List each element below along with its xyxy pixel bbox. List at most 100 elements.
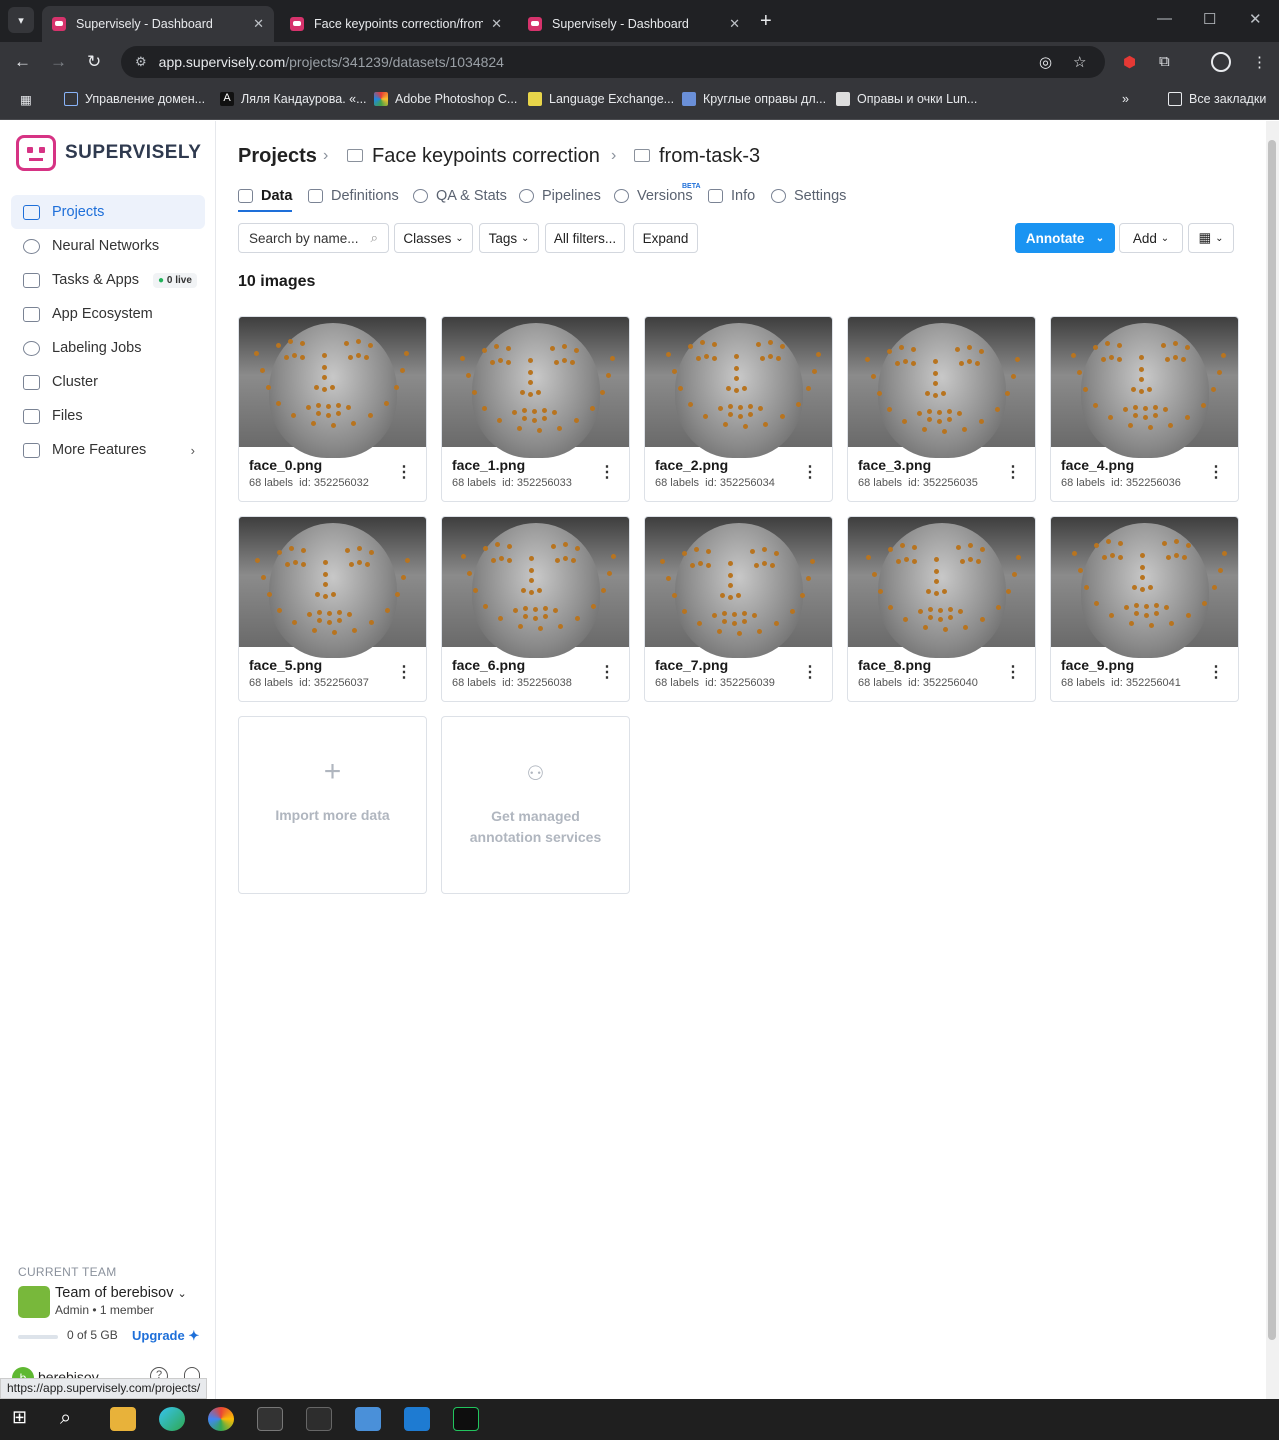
image-name[interactable]: face_9.png — [1061, 657, 1134, 673]
search-input[interactable]: Search by name... ⌕ — [238, 223, 389, 253]
close-icon[interactable]: ✕ — [253, 16, 264, 32]
new-tab-button[interactable]: + — [760, 10, 772, 33]
annotate-button[interactable]: Annotate ⌄ — [1015, 223, 1115, 253]
image-thumbnail[interactable] — [848, 517, 1035, 658]
more-options-icon[interactable]: ⋮ — [396, 662, 412, 682]
pycharm-icon[interactable] — [453, 1407, 479, 1431]
more-options-icon[interactable]: ⋮ — [396, 462, 412, 482]
image-name[interactable]: face_3.png — [858, 457, 931, 473]
image-thumbnail[interactable] — [848, 317, 1035, 458]
image-name[interactable]: face_5.png — [249, 657, 322, 673]
calculator-icon[interactable] — [355, 1407, 381, 1431]
maximize-icon[interactable]: ☐ — [1203, 10, 1216, 28]
tab-settings[interactable]: Settings — [771, 188, 846, 204]
powershell-icon[interactable] — [306, 1407, 332, 1431]
more-options-icon[interactable]: ⋮ — [1208, 462, 1224, 482]
bookmark-2[interactable]: A Ляля Кандаурова. «... — [220, 92, 367, 106]
tab-data[interactable]: Data — [238, 188, 292, 204]
image-name[interactable]: face_2.png — [655, 457, 728, 473]
apps-grid-icon[interactable]: ▦ — [20, 92, 32, 107]
bookmark-5[interactable]: Круглые оправы дл... — [682, 92, 826, 106]
breadcrumb-project[interactable]: Face keypoints correction — [372, 145, 600, 168]
chrome-icon[interactable] — [208, 1407, 234, 1431]
extensions-icon[interactable]: ⧉ — [1159, 53, 1170, 70]
back-icon[interactable]: ← — [14, 52, 31, 72]
forward-icon[interactable]: → — [50, 52, 67, 72]
terminal-icon[interactable] — [257, 1407, 283, 1431]
sidebar-item-cluster[interactable]: Cluster — [11, 365, 205, 399]
bookmark-6[interactable]: Оправы и очки Lun... — [836, 92, 977, 106]
image-name[interactable]: face_7.png — [655, 657, 728, 673]
site-info-icon[interactable]: ⚙ — [135, 54, 147, 70]
bookmark-3[interactable]: Adobe Photoshop C... — [374, 92, 517, 106]
image-name[interactable]: face_4.png — [1061, 457, 1134, 473]
classes-filter-button[interactable]: Classes ⌄ — [394, 223, 473, 253]
bookmark-1[interactable]: Управление домен... — [64, 92, 205, 106]
tab-definitions[interactable]: Definitions — [308, 188, 399, 204]
more-options-icon[interactable]: ⋮ — [802, 662, 818, 682]
sidebar-item-labeling-jobs[interactable]: Labeling Jobs — [11, 331, 205, 365]
tab-qa-stats[interactable]: QA & Stats — [413, 188, 507, 204]
image-card[interactable]: face_9.png 68 labels id: 352256041 ⋮ — [1050, 516, 1239, 702]
more-bookmarks-icon[interactable]: » — [1122, 92, 1129, 106]
minimize-icon[interactable]: — — [1157, 10, 1172, 27]
image-thumbnail[interactable] — [645, 317, 832, 458]
image-name[interactable]: face_0.png — [249, 457, 322, 473]
sidebar-item-more-features[interactable]: More Features › — [11, 433, 205, 467]
tags-filter-button[interactable]: Tags ⌄ — [479, 223, 539, 253]
address-bar[interactable]: ⚙ app.supervisely.com/projects/341239/da… — [121, 46, 1105, 78]
close-icon[interactable]: ✕ — [491, 16, 502, 32]
more-options-icon[interactable]: ⋮ — [1005, 662, 1021, 682]
menu-icon[interactable]: ⋮ — [1252, 53, 1267, 71]
more-options-icon[interactable]: ⋮ — [1208, 662, 1224, 682]
tab-info[interactable]: Info — [708, 188, 755, 204]
image-name[interactable]: face_6.png — [452, 657, 525, 673]
image-thumbnail[interactable] — [1051, 317, 1238, 458]
vscode-icon[interactable] — [404, 1407, 430, 1431]
tab-search-dropdown[interactable]: ▾ — [8, 7, 34, 33]
image-thumbnail[interactable] — [442, 317, 629, 458]
image-card[interactable]: face_3.png 68 labels id: 352256035 ⋮ — [847, 316, 1036, 502]
edge-icon[interactable] — [159, 1407, 185, 1431]
more-options-icon[interactable]: ⋮ — [599, 662, 615, 682]
image-card[interactable]: face_7.png 68 labels id: 352256039 ⋮ — [644, 516, 833, 702]
close-icon[interactable]: ✕ — [729, 16, 740, 32]
reload-icon[interactable]: ↻ — [87, 52, 101, 72]
image-name[interactable]: face_8.png — [858, 657, 931, 673]
sidebar-item-projects[interactable]: Projects — [11, 195, 205, 229]
tab-pipelines[interactable]: Pipelines — [519, 188, 601, 204]
profile-icon[interactable] — [1211, 52, 1231, 72]
sidebar-item-neural-networks[interactable]: Neural Networks — [11, 229, 205, 263]
windows-start-icon[interactable]: ⊞ — [12, 1407, 38, 1431]
file-explorer-icon[interactable] — [110, 1407, 136, 1431]
more-options-icon[interactable]: ⋮ — [1005, 462, 1021, 482]
all-filters-button[interactable]: All filters... — [545, 223, 625, 253]
more-options-icon[interactable]: ⋮ — [802, 462, 818, 482]
view-mode-button[interactable]: ▦ ⌄ — [1188, 223, 1234, 253]
upgrade-link[interactable]: Upgrade ✦ — [132, 1328, 199, 1344]
image-card[interactable]: face_1.png 68 labels id: 352256033 ⋮ — [441, 316, 630, 502]
image-card[interactable]: face_5.png 68 labels id: 352256037 ⋮ — [238, 516, 427, 702]
image-name[interactable]: face_1.png — [452, 457, 525, 473]
image-card[interactable]: face_2.png 68 labels id: 352256034 ⋮ — [644, 316, 833, 502]
all-bookmarks[interactable]: Все закладки — [1168, 92, 1266, 106]
tab-versions[interactable]: Versions — [614, 188, 693, 204]
browser-tab-2[interactable]: Face keypoints correction/from ✕ — [280, 6, 512, 42]
image-thumbnail[interactable] — [645, 517, 832, 658]
image-card[interactable]: face_8.png 68 labels id: 352256040 ⋮ — [847, 516, 1036, 702]
image-thumbnail[interactable] — [239, 317, 426, 458]
image-thumbnail[interactable] — [239, 517, 426, 658]
image-card[interactable]: face_6.png 68 labels id: 352256038 ⋮ — [441, 516, 630, 702]
image-thumbnail[interactable] — [442, 517, 629, 658]
scrollbar-thumb[interactable] — [1268, 140, 1276, 1340]
supervisely-logo[interactable]: SUPERVISELY — [16, 135, 201, 171]
team-switcher[interactable]: Team of berebisov ⌄ — [55, 1285, 187, 1301]
sidebar-item-tasks-apps[interactable]: Tasks & Apps 0 live — [11, 263, 205, 297]
breadcrumb-projects[interactable]: Projects — [238, 145, 317, 168]
browser-tab-3[interactable]: Supervisely - Dashboard ✕ — [518, 6, 750, 42]
managed-annotation-card[interactable]: ⚇ Get managed annotation services — [441, 716, 630, 894]
eye-off-icon[interactable]: ◎ — [1039, 53, 1052, 71]
image-card[interactable]: face_0.png 68 labels id: 352256032 ⋮ — [238, 316, 427, 502]
sidebar-item-files[interactable]: Files — [11, 399, 205, 433]
search-icon[interactable]: ⌕ — [60, 1407, 86, 1431]
